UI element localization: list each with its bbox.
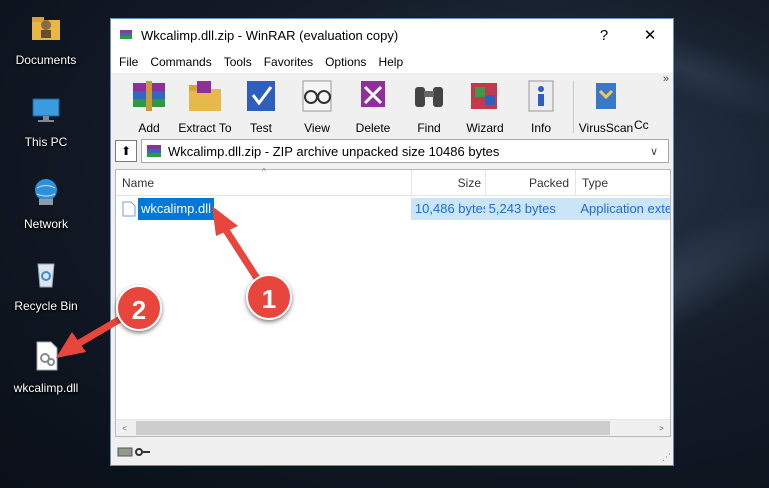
- arrow-head-1: [212, 206, 238, 236]
- annotation-callout-2: 2: [116, 285, 162, 331]
- annotation-callout-1: 1: [246, 274, 292, 320]
- annotation-arrow-2: [72, 314, 126, 349]
- annotation-arrows: [56, 206, 266, 358]
